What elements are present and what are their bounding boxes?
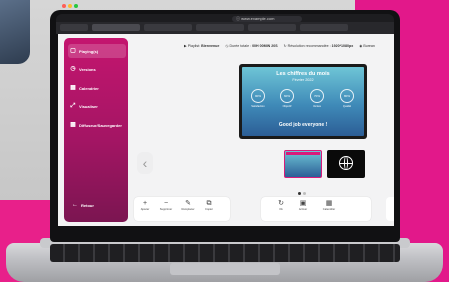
laptop-touchpad bbox=[170, 263, 280, 275]
slide-subtitle: Février 2022 bbox=[292, 78, 314, 82]
screen-icon: ▩ bbox=[70, 122, 76, 128]
stat-circle: 90% bbox=[251, 89, 265, 103]
duration-value: 00H 00MIN 20S bbox=[252, 44, 278, 48]
delete-button-label: Supprimer bbox=[159, 208, 173, 211]
globe-icon-meridian bbox=[344, 156, 348, 170]
activate-button[interactable]: ▣ Activer bbox=[294, 199, 312, 219]
calendar-button-label: Calendrier bbox=[322, 208, 336, 211]
refresh-icon: ↻ bbox=[278, 200, 284, 207]
add-button[interactable]: + Ajouter bbox=[136, 199, 154, 219]
delete-button[interactable]: − Supprimer bbox=[157, 199, 175, 219]
stat-circle: 80% bbox=[340, 89, 354, 103]
sidebar-item-label: Visualiser bbox=[79, 103, 98, 109]
copy-icon: ⧉ bbox=[206, 200, 212, 207]
sidebar-item-playings[interactable]: ▢ Playing(s) bbox=[70, 46, 126, 56]
stat-label: Objectif bbox=[282, 105, 292, 108]
stat-label: Ventes bbox=[313, 105, 321, 108]
monitor-icon: ▢ bbox=[70, 48, 76, 54]
minus-icon: − bbox=[163, 200, 169, 207]
chair bbox=[0, 0, 30, 64]
sidebar-item-label: Calendrier bbox=[79, 85, 99, 91]
toolbar-partial bbox=[386, 197, 394, 221]
lock-icon: ▣ bbox=[299, 200, 307, 207]
stat-circle: 60% bbox=[280, 89, 294, 103]
browser-tab[interactable] bbox=[196, 24, 244, 31]
duration-status: ◷ Durée totale : 00H 00MIN 20S bbox=[225, 44, 277, 48]
add-button-label: Ajouter bbox=[140, 208, 150, 211]
minimize-window-button[interactable] bbox=[68, 4, 72, 8]
activate-button-label: Activer bbox=[298, 208, 308, 211]
back-button[interactable]: ← Retour bbox=[72, 200, 112, 210]
stat-label: Satisfaction bbox=[251, 105, 265, 108]
stat-circle: 70% bbox=[310, 89, 324, 103]
resolution-value: 1920*1080px bbox=[331, 44, 354, 48]
sidebar-item-diffuseur[interactable]: ▩ Diffuseur/Sauvegarder bbox=[70, 120, 130, 130]
slide-footer: Good job everyone ! bbox=[278, 122, 328, 128]
edit-icon: ✎ bbox=[185, 200, 191, 207]
previous-slide-button[interactable]: ‹ bbox=[137, 152, 153, 174]
browser-tab[interactable] bbox=[300, 24, 348, 31]
playlist-value: Bienvenue bbox=[201, 44, 220, 48]
expand-icon: ⤢ bbox=[70, 103, 76, 109]
duration-label: Durée totale : bbox=[229, 44, 252, 48]
ok-button[interactable]: ↻ Ok bbox=[272, 199, 290, 219]
page-dot[interactable] bbox=[303, 192, 306, 195]
arrow-left-icon: ← bbox=[72, 202, 78, 208]
clock-icon: ◷ bbox=[70, 66, 76, 72]
browser-tab[interactable] bbox=[144, 24, 192, 31]
thumbnail-selected-bar bbox=[286, 152, 320, 155]
maximize-window-button[interactable] bbox=[74, 4, 78, 8]
calendar-button[interactable]: ▦ Calendrier bbox=[320, 199, 338, 219]
browser-tab[interactable] bbox=[92, 24, 140, 31]
copy-button-label: Copier bbox=[205, 208, 213, 211]
slide-title: Les chiffres du mois bbox=[276, 71, 330, 77]
sidebar-item-calendrier[interactable]: ▦ Calendrier bbox=[70, 83, 126, 93]
replace-button-label: Remplacer bbox=[181, 208, 195, 211]
replace-button[interactable]: ✎ Remplacer bbox=[179, 199, 197, 219]
status-bar: ▶ Playlist: Bienvenue ◷ Durée totale : 0… bbox=[184, 40, 390, 52]
ok-button-label: Ok bbox=[279, 208, 283, 211]
clock-icon: ◷ bbox=[225, 44, 229, 48]
calendar-icon: ▦ bbox=[70, 85, 76, 91]
sidebar-item-versions[interactable]: ◷ Versions bbox=[70, 64, 126, 74]
close-window-button[interactable] bbox=[62, 4, 66, 8]
plus-icon: + bbox=[142, 200, 148, 207]
location-selector[interactable]: ◉ Burean bbox=[359, 44, 375, 48]
resolution-label: Résolution recommandée : bbox=[287, 44, 331, 48]
sidebar-item-visualiser[interactable]: ⤢ Visualiser bbox=[70, 101, 126, 111]
refresh-icon: ↻ bbox=[283, 44, 287, 48]
sidebar-item-label: Playing(s) bbox=[79, 48, 99, 54]
copy-button[interactable]: ⧉ Copier bbox=[200, 199, 218, 219]
browser-tab[interactable] bbox=[248, 24, 296, 31]
location-label: Burean bbox=[363, 44, 375, 48]
sidebar-item-label: Versions bbox=[79, 66, 96, 72]
sidebar-item-label: Diffuseur/Sauvegarder bbox=[79, 122, 122, 128]
page-dot-active[interactable] bbox=[298, 192, 301, 195]
resolution-status: ↻ Résolution recommandée : 1920*1080px bbox=[284, 44, 354, 48]
location-pin-icon: ◉ bbox=[359, 44, 363, 48]
browser-tab[interactable] bbox=[60, 24, 88, 31]
playlist-status: ▶ Playlist: Bienvenue bbox=[184, 44, 219, 48]
playlist-icon: ▶ bbox=[184, 44, 187, 48]
back-button-label: Retour bbox=[81, 202, 94, 208]
playlist-label: Playlist: bbox=[187, 44, 201, 48]
calendar-icon: ▦ bbox=[325, 200, 333, 207]
laptop-keyboard bbox=[50, 244, 400, 262]
stat-label: Qualité bbox=[342, 105, 352, 108]
